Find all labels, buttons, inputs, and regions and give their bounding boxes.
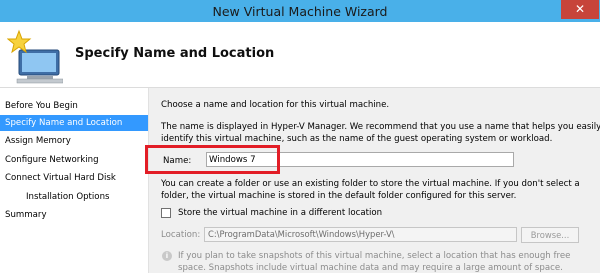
intro-text: Choose a name and location for this virt… — [161, 100, 390, 110]
sidebar-item-configure-networking[interactable]: Configure Networking — [0, 152, 148, 168]
folder-text-line-2: folder, the virtual machine is stored in… — [161, 191, 517, 201]
name-highlight-box — [145, 145, 280, 174]
wizard-header: Specify Name and Location — [0, 22, 600, 88]
description-line-2: identify this virtual machine, such as t… — [161, 134, 553, 144]
location-input[interactable]: C:\ProgramData\Microsoft\Windows\Hyper-V… — [204, 227, 517, 242]
info-icon: i — [162, 251, 172, 261]
title-bar: New Virtual Machine Wizard ✕ — [0, 0, 600, 23]
folder-text-line-1: You can create a folder or use an existi… — [161, 179, 580, 189]
sidebar-item-assign-memory[interactable]: Assign Memory — [0, 133, 148, 149]
browse-button[interactable]: Browse... — [521, 227, 579, 243]
wizard-steps-sidebar: Before You Begin Specify Name and Locati… — [0, 88, 149, 273]
window-title: New Virtual Machine Wizard — [212, 4, 388, 19]
info-text-line-2: space. Snapshots include virtual machine… — [178, 263, 563, 273]
close-button[interactable]: ✕ — [561, 0, 599, 19]
location-label: Location: — [161, 230, 201, 240]
page-heading: Specify Name and Location — [75, 46, 275, 61]
sidebar-item-summary[interactable]: Summary — [0, 207, 148, 223]
sidebar-item-connect-virtual-hard-disk[interactable]: Connect Virtual Hard Disk — [0, 170, 148, 186]
sidebar-item-before-you-begin[interactable]: Before You Begin — [0, 98, 148, 114]
description-line-1: The name is displayed in Hyper-V Manager… — [161, 122, 600, 132]
store-location-checkbox-label[interactable]: Store the virtual machine in a different… — [178, 207, 382, 219]
sidebar-item-specify-name-and-location[interactable]: Specify Name and Location — [0, 115, 148, 131]
main-content: Choose a name and location for this virt… — [145, 88, 600, 273]
computer-star-icon — [7, 29, 63, 84]
store-location-checkbox[interactable] — [161, 208, 171, 218]
info-text-line-1: If you plan to take snapshots of this vi… — [178, 251, 571, 261]
sidebar-item-installation-options[interactable]: Installation Options — [0, 189, 148, 205]
